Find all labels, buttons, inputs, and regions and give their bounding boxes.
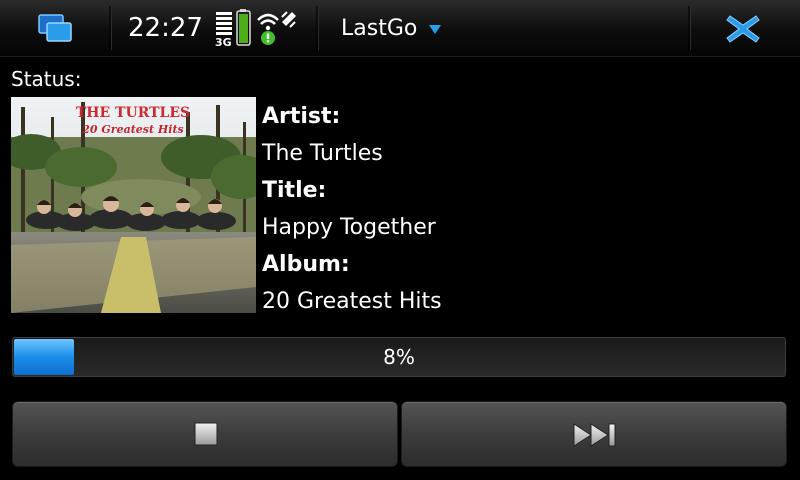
- app-title: LastGo: [341, 15, 418, 41]
- network-type: 3G: [215, 36, 232, 48]
- title-value: Happy Together: [262, 215, 436, 240]
- chevron-down-icon: [429, 20, 442, 39]
- screen: 22:27 3G LastGo Status: THE TURTLES 20 G…: [0, 0, 800, 480]
- title-bar: 22:27 3G LastGo: [0, 0, 800, 57]
- stop-button[interactable]: [12, 401, 398, 467]
- battery-icon: [236, 9, 251, 46]
- track-info: Artist: The Turtles Title: Happy Togethe…: [262, 98, 442, 320]
- close-icon[interactable]: [724, 12, 762, 46]
- divider: [688, 6, 691, 50]
- next-button[interactable]: [401, 401, 787, 467]
- task-switcher-icon[interactable]: [36, 12, 76, 44]
- clock: 22:27: [128, 13, 203, 43]
- album-cover: THE TURTLES 20 Greatest Hits: [11, 97, 256, 313]
- cover-album-text: 20 Greatest Hits: [81, 123, 183, 136]
- divider: [316, 6, 319, 50]
- signal-strength-icon: [216, 12, 232, 35]
- satellite-icon: [281, 11, 296, 28]
- artist-value: The Turtles: [262, 141, 383, 166]
- cover-band-text: THE TURTLES: [76, 105, 190, 121]
- progress-label: 8%: [383, 345, 415, 369]
- app-menu[interactable]: LastGo: [320, 0, 442, 56]
- status-area[interactable]: 3G: [214, 8, 298, 49]
- divider: [109, 6, 112, 50]
- album-label: Album:: [262, 252, 350, 277]
- progress-bar: 8%: [12, 337, 786, 377]
- album-value: 20 Greatest Hits: [262, 289, 442, 314]
- artist-label: Artist:: [262, 104, 341, 129]
- stop-icon: [194, 422, 218, 446]
- wifi-icon: [257, 13, 279, 45]
- status-label: Status:: [11, 67, 82, 91]
- skip-next-icon: [572, 422, 618, 448]
- title-label: Title:: [262, 178, 327, 203]
